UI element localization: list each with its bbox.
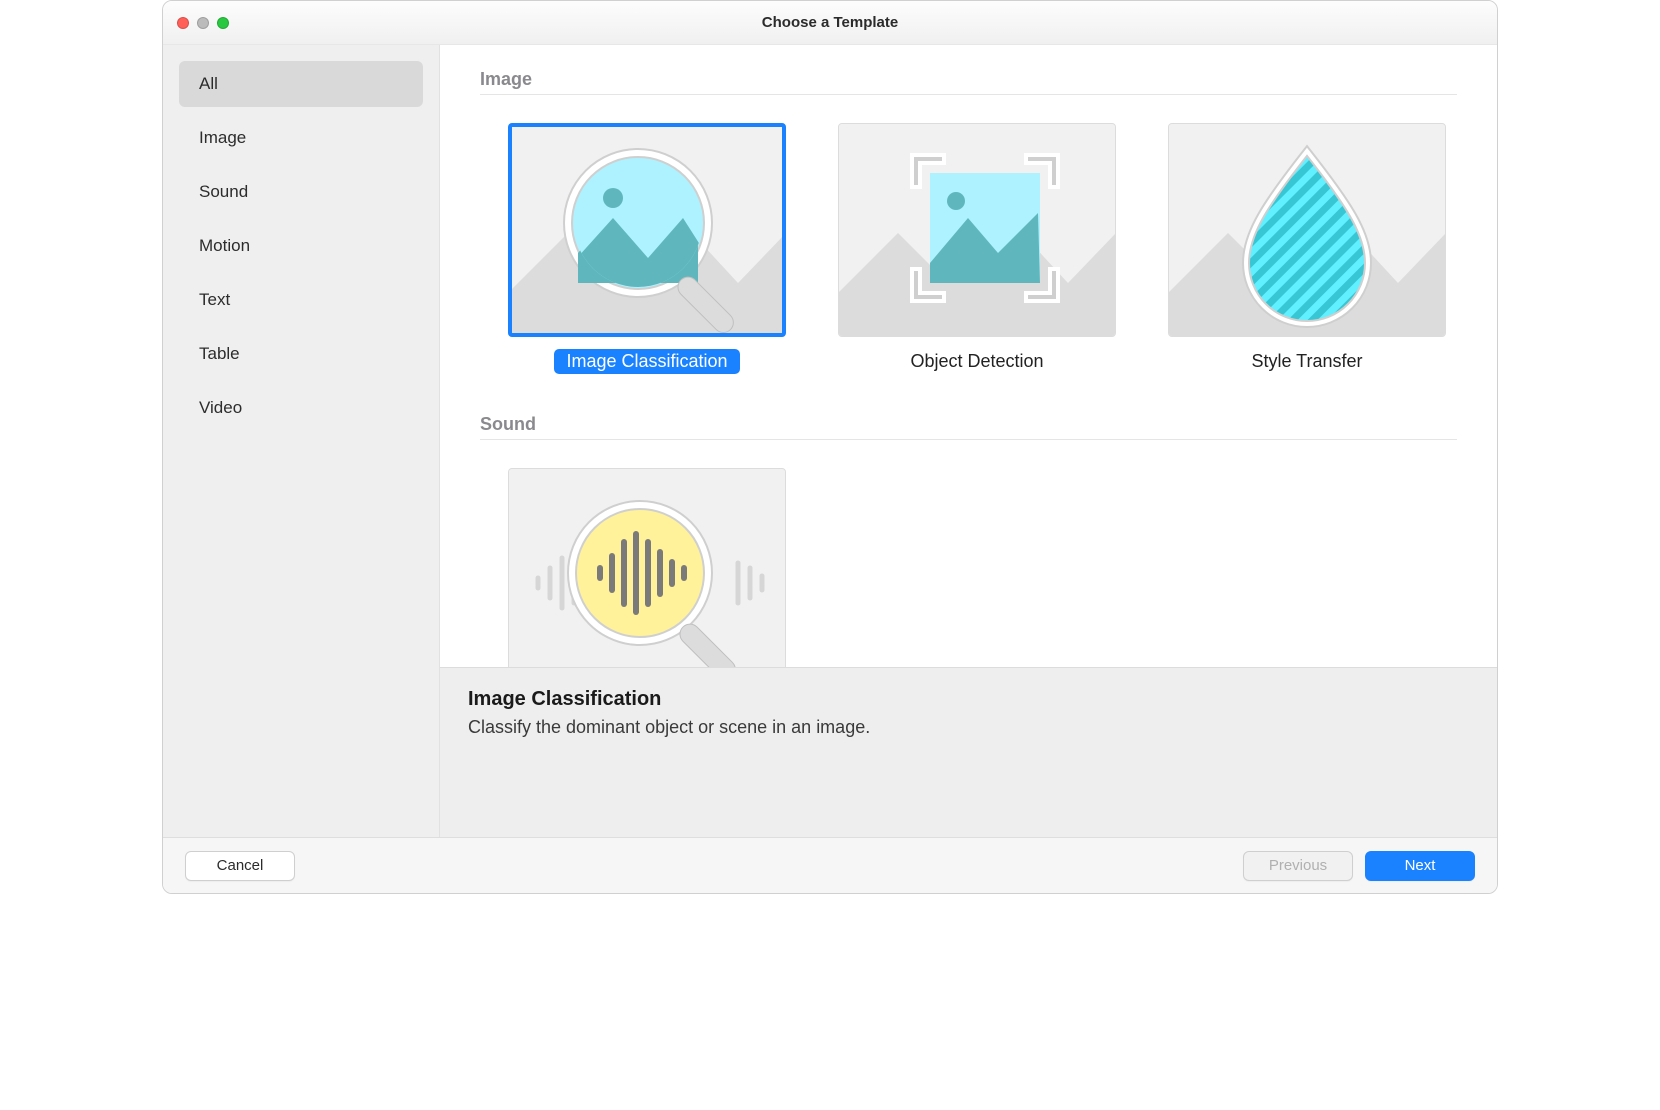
sidebar-item-all[interactable]: All bbox=[179, 61, 423, 107]
sidebar-item-sound[interactable]: Sound bbox=[179, 169, 423, 215]
sidebar-item-image[interactable]: Image bbox=[179, 115, 423, 161]
crop-image-icon bbox=[838, 123, 1116, 337]
sidebar-item-label: Image bbox=[199, 128, 246, 148]
window-title: Choose a Template bbox=[163, 14, 1497, 31]
sidebar-item-label: Table bbox=[199, 344, 240, 364]
template-sound-classification[interactable]: Sound Classification bbox=[508, 468, 786, 667]
button-label: Cancel bbox=[217, 857, 264, 874]
titlebar: Choose a Template bbox=[163, 1, 1497, 45]
template-label: Image Classification bbox=[554, 349, 739, 374]
section-header-image: Image bbox=[480, 69, 1457, 90]
sidebar-item-label: Sound bbox=[199, 182, 248, 202]
template-thumb bbox=[1168, 123, 1446, 337]
template-chooser-window: Choose a Template All Image Sound Motion… bbox=[162, 0, 1498, 894]
zoom-window-button[interactable] bbox=[217, 17, 229, 29]
magnifier-image-icon bbox=[508, 123, 786, 337]
next-button[interactable]: Next bbox=[1365, 851, 1475, 881]
button-label: Next bbox=[1405, 857, 1436, 874]
section-divider bbox=[480, 94, 1457, 95]
template-image-classification[interactable]: Image Classification bbox=[508, 123, 786, 374]
close-window-button[interactable] bbox=[177, 17, 189, 29]
sidebar-item-label: All bbox=[199, 74, 218, 94]
sidebar-item-label: Video bbox=[199, 398, 242, 418]
minimize-window-button[interactable] bbox=[197, 17, 209, 29]
sound-templates-row: Sound Classification bbox=[508, 468, 1457, 667]
section-header-sound: Sound bbox=[480, 414, 1457, 435]
detail-description: Classify the dominant object or scene in… bbox=[468, 717, 1469, 738]
template-label: Style Transfer bbox=[1239, 349, 1374, 374]
sidebar-item-table[interactable]: Table bbox=[179, 331, 423, 377]
magnifier-waveform-icon bbox=[508, 468, 786, 667]
sidebar-item-text[interactable]: Text bbox=[179, 277, 423, 323]
sidebar-item-motion[interactable]: Motion bbox=[179, 223, 423, 269]
sidebar-item-label: Motion bbox=[199, 236, 250, 256]
cancel-button[interactable]: Cancel bbox=[185, 851, 295, 881]
sidebar-item-video[interactable]: Video bbox=[179, 385, 423, 431]
ink-drop-icon bbox=[1168, 123, 1446, 337]
sidebar: All Image Sound Motion Text Table Video bbox=[163, 45, 440, 837]
template-object-detection[interactable]: Object Detection bbox=[838, 123, 1116, 374]
image-templates-row: Image Classification bbox=[508, 123, 1457, 374]
template-scroll[interactable]: Image bbox=[440, 45, 1497, 667]
main: Image bbox=[440, 45, 1497, 837]
template-label: Object Detection bbox=[898, 349, 1055, 374]
detail-panel: Image Classification Classify the domina… bbox=[440, 667, 1497, 837]
template-thumb bbox=[838, 123, 1116, 337]
footer: Cancel Previous Next bbox=[163, 837, 1497, 893]
button-label: Previous bbox=[1269, 857, 1327, 874]
detail-title: Image Classification bbox=[468, 688, 1469, 711]
template-thumb bbox=[508, 468, 786, 667]
sidebar-item-label: Text bbox=[199, 290, 230, 310]
template-thumb bbox=[508, 123, 786, 337]
previous-button[interactable]: Previous bbox=[1243, 851, 1353, 881]
section-divider bbox=[480, 439, 1457, 440]
template-style-transfer[interactable]: Style Transfer bbox=[1168, 123, 1446, 374]
traffic-lights bbox=[177, 17, 229, 29]
